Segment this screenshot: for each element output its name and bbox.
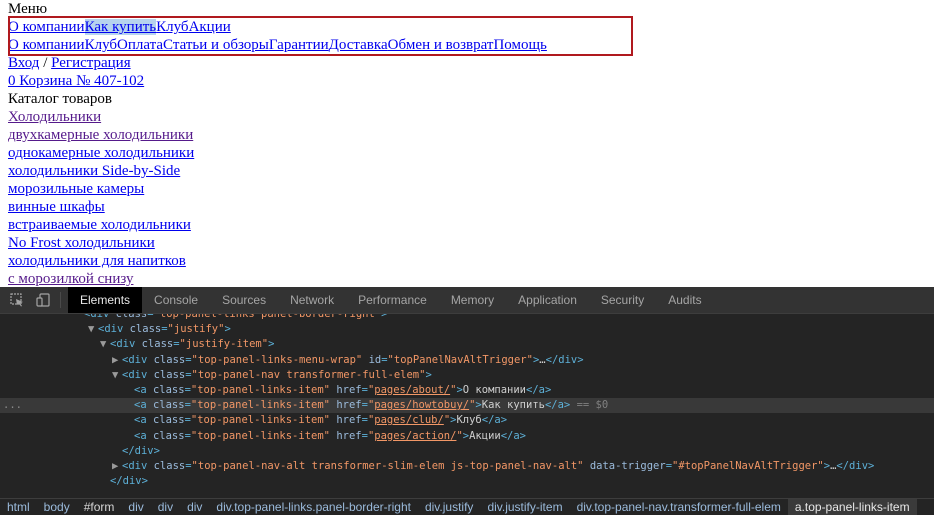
devtools-tabs: Elements Console Sources Network Perform…	[68, 287, 714, 313]
tab-memory[interactable]: Memory	[439, 287, 506, 313]
breadcrumb-item[interactable]: div	[151, 499, 180, 515]
nav-link-about[interactable]: О компании	[8, 37, 85, 53]
tab-elements[interactable]: Elements	[68, 287, 143, 313]
inspect-element-icon[interactable]	[10, 293, 24, 307]
tree-node[interactable]: ▶ <div class="top-panel-links-menu-wrap" …	[0, 353, 934, 368]
catalog-item[interactable]: No Frost холодильники	[8, 235, 155, 251]
devtools-toolbar: Elements Console Sources Network Perform…	[0, 287, 934, 314]
tab-network[interactable]: Network	[278, 287, 346, 313]
nav-link-articles[interactable]: Статьи и обзоры	[163, 37, 269, 53]
tree-node[interactable]: ▶ <div class="top-panel-nav-alt transform…	[0, 459, 934, 474]
device-toolbar-icon[interactable]	[36, 293, 50, 307]
catalog-item[interactable]: винные шкафы	[8, 199, 105, 215]
nav-link-returns[interactable]: Обмен и возврат	[388, 37, 494, 53]
breadcrumb-item-active[interactable]: a.top-panel-links-item	[787, 499, 917, 515]
web-page: Меню О компанииКак купитьКлубАкции О ком…	[8, 0, 934, 287]
selected-marker: == $0	[576, 399, 609, 412]
expand-triangle-icon[interactable]: ▼	[112, 368, 122, 383]
tab-console[interactable]: Console	[142, 287, 210, 313]
nav-link-club[interactable]: Клуб	[85, 37, 117, 53]
breadcrumb-item[interactable]: div.top-panel-links.panel-border-right	[209, 499, 418, 515]
cart-link[interactable]: 0 Корзина № 407-102	[8, 73, 144, 89]
auth-row: Вход / Регистрация	[8, 54, 934, 72]
menu-link-about[interactable]: О компании	[8, 19, 85, 35]
menu-row-1: О компанииКак купитьКлубАкции	[8, 18, 934, 36]
breadcrumb-item[interactable]: div.justify-item	[480, 499, 569, 515]
login-link[interactable]: Вход	[8, 55, 39, 71]
tab-audits[interactable]: Audits	[656, 287, 713, 313]
tree-node-link[interactable]: <a class="top-panel-links-item" href="pa…	[0, 429, 934, 444]
nav-link-delivery[interactable]: Доставка	[329, 37, 388, 53]
nav-link-help[interactable]: Помощь	[493, 37, 546, 53]
menu-link-action[interactable]: Акции	[189, 19, 231, 35]
expand-triangle-icon[interactable]: ▼	[88, 322, 98, 337]
tree-node-link[interactable]: <a class="top-panel-links-item" href="pa…	[0, 413, 934, 428]
menu-label: Меню	[8, 1, 48, 17]
register-link[interactable]: Регистрация	[51, 55, 131, 71]
tab-application[interactable]: Application	[506, 287, 589, 313]
breadcrumb-item[interactable]: body	[37, 499, 77, 515]
catalog-item[interactable]: морозильные камеры	[8, 181, 144, 197]
expand-triangle-icon[interactable]: ▼	[100, 337, 110, 352]
tree-node[interactable]: <div class="top-panel-links panel-border…	[0, 314, 934, 322]
breadcrumb-item[interactable]: #form	[77, 499, 122, 515]
catalog-item[interactable]: холодильники для напитков	[8, 253, 186, 269]
tree-node[interactable]: ▼ <div class="justify-item">	[0, 337, 934, 352]
cart-row: 0 Корзина № 407-102	[8, 72, 934, 90]
tree-node[interactable]: ▼ <div class="justify">	[0, 322, 934, 337]
menu-link-howtobuy[interactable]: Как купить	[84, 19, 157, 35]
dom-tree[interactable]: <div class="top-panel-links panel-border…	[0, 314, 934, 486]
nav-link-payment[interactable]: Оплата	[117, 37, 163, 53]
menu-link-club[interactable]: Клуб	[156, 19, 188, 35]
breadcrumb-item[interactable]: div.top-panel-nav.transformer-full-elem	[570, 499, 788, 515]
breadcrumb-item[interactable]: html	[0, 499, 37, 515]
catalog-title: Каталог товаров	[8, 91, 112, 107]
auth-separator: /	[39, 55, 52, 71]
tab-performance[interactable]: Performance	[346, 287, 439, 313]
tree-node-link[interactable]: <a class="top-panel-links-item" href="pa…	[0, 383, 934, 398]
catalog-item[interactable]: Холодильники	[8, 109, 101, 125]
collapsed-triangle-icon[interactable]: ▶	[112, 353, 122, 368]
catalog-item[interactable]: с морозилкой снизу	[8, 271, 133, 287]
tree-node[interactable]: ▼ <div class="top-panel-nav transformer-f…	[0, 368, 934, 383]
tree-node-close[interactable]: </div>	[0, 444, 934, 459]
catalog-item[interactable]: однокамерные холодильники	[8, 145, 194, 161]
collapsed-triangle-icon[interactable]: ▶	[112, 459, 122, 474]
breadcrumb-item[interactable]: div	[180, 499, 209, 515]
breadcrumb-item[interactable]: div	[121, 499, 150, 515]
breadcrumb-item[interactable]: div.justify	[418, 499, 480, 515]
toolbar-divider	[60, 292, 61, 308]
tab-security[interactable]: Security	[589, 287, 656, 313]
tab-sources[interactable]: Sources	[210, 287, 278, 313]
menu-row-2: О компанииКлубОплатаСтатьи и обзорыГаран…	[8, 36, 934, 54]
gutter-dots[interactable]: ...	[3, 398, 22, 413]
tree-node-close[interactable]: </div>	[0, 474, 934, 486]
catalog-item[interactable]: встраиваемые холодильники	[8, 217, 191, 233]
catalog-item[interactable]: двухкамерные холодильники	[8, 127, 193, 143]
breadcrumb: html body #form div div div div.top-pane…	[0, 498, 934, 515]
catalog-item[interactable]: холодильники Side-by-Side	[8, 163, 180, 179]
devtools-panel: Elements Console Sources Network Perform…	[0, 287, 934, 515]
nav-link-warranty[interactable]: Гарантии	[269, 37, 329, 53]
tree-node-link-selected[interactable]: ... <a class="top-panel-links-item" href=…	[0, 398, 934, 414]
